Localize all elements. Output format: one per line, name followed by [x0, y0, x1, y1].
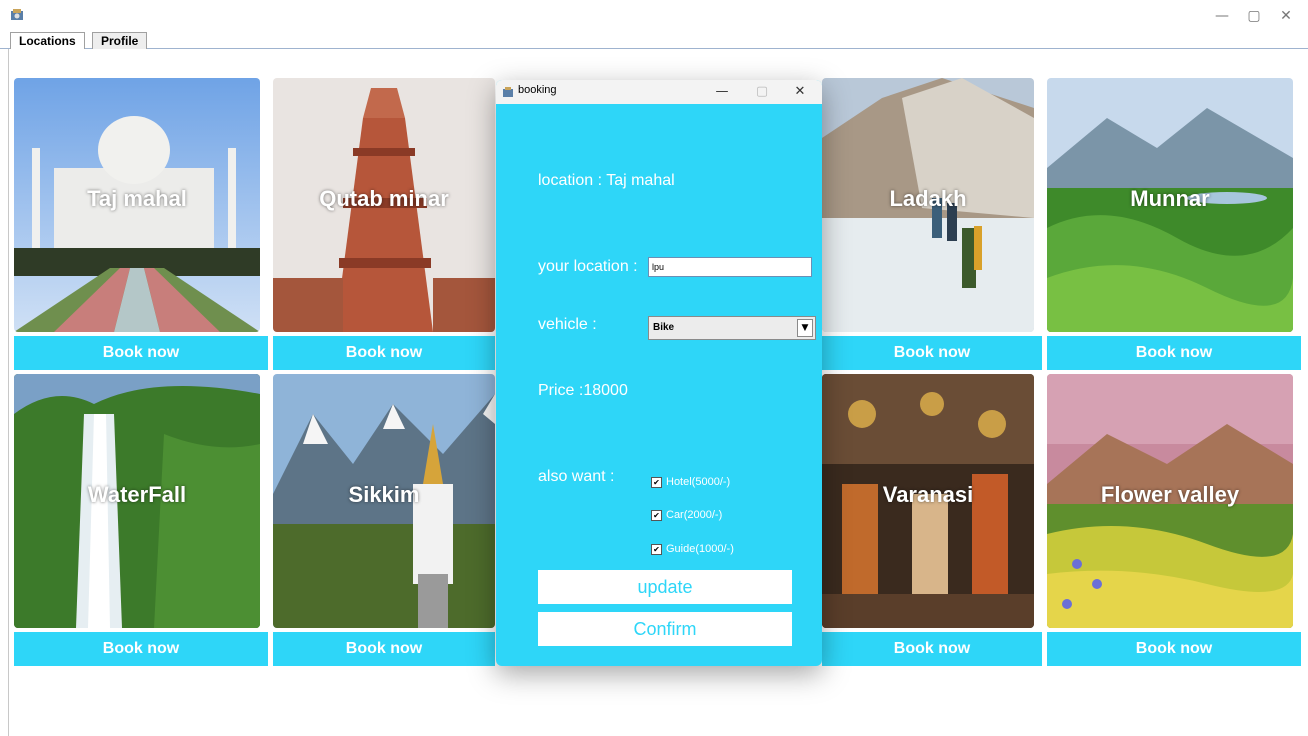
dialog-minimize-button[interactable]: — [710, 82, 734, 102]
card-label: Ladakh [889, 186, 967, 211]
card-image-varanasi[interactable]: Varanasi [822, 374, 1034, 628]
card-label: Sikkim [348, 482, 420, 507]
card-label: Flower valley [1100, 482, 1240, 507]
book-now-button-munnar[interactable]: Book now [1047, 336, 1301, 370]
card-image-sikkim[interactable]: Sikkim [273, 374, 495, 628]
guide-option-label: Guide(1000/-) [666, 543, 734, 555]
checkbox-checked-icon[interactable]: ✔ [651, 509, 662, 521]
car-checkbox[interactable]: ✔ Car(2000/-) [651, 509, 722, 521]
tab-locations[interactable]: Locations [10, 32, 85, 49]
card-image-flower-valley[interactable]: Flower valley [1047, 374, 1293, 628]
java-app-icon [11, 9, 23, 20]
tab-profile[interactable]: Profile [92, 32, 148, 49]
your-location-input[interactable] [648, 257, 812, 277]
card-image-munnar[interactable]: Munnar [1047, 78, 1293, 332]
checkbox-checked-icon[interactable]: ✔ [651, 476, 662, 488]
chevron-down-icon[interactable]: ▼ [797, 319, 813, 337]
dialog-maximize-button: ▢ [755, 84, 769, 99]
hotel-checkbox[interactable]: ✔ Hotel(5000/-) [651, 476, 730, 488]
update-button[interactable]: update [538, 570, 792, 604]
book-now-button-varanasi[interactable]: Book now [822, 632, 1042, 666]
card-label: Varanasi [882, 482, 974, 507]
card-label: Qutab minar [319, 186, 449, 211]
book-now-button-qutab-minar[interactable]: Book now [273, 336, 495, 370]
dialog-close-button[interactable]: ✕ [788, 82, 812, 102]
dialog-title: booking [518, 84, 557, 96]
vehicle-label: vehicle : [538, 316, 597, 333]
guide-checkbox[interactable]: ✔ Guide(1000/-) [651, 543, 734, 555]
vehicle-selected-value: Bike [653, 322, 675, 333]
book-now-button-taj-mahal[interactable]: Book now [14, 336, 268, 370]
book-now-button-flower-valley[interactable]: Book now [1047, 632, 1301, 666]
card-image-ladakh[interactable]: Ladakh [822, 78, 1034, 332]
card-image-waterfall[interactable]: WaterFall [14, 374, 260, 628]
tab-strip: Locations Profile [0, 30, 1308, 49]
confirm-button[interactable]: Confirm [538, 612, 792, 646]
title-bar: — ▢ ✕ [0, 0, 1308, 30]
maximize-button[interactable]: ▢ [1242, 6, 1266, 26]
book-now-button-waterfall[interactable]: Book now [14, 632, 268, 666]
minimize-button[interactable]: — [1210, 6, 1234, 26]
card-label: WaterFall [87, 482, 187, 507]
hotel-option-label: Hotel(5000/-) [666, 476, 731, 488]
card-image-taj-mahal[interactable]: Taj mahal [14, 78, 260, 332]
book-now-button-ladakh[interactable]: Book now [822, 336, 1042, 370]
your-location-label: your location : [538, 258, 638, 275]
booking-dialog: booking — ▢ ✕ location : Taj mahal your … [496, 80, 822, 666]
card-label: Taj mahal [87, 186, 187, 211]
also-want-label: also want : [538, 468, 615, 485]
price-label: Price :18000 [538, 382, 628, 399]
card-label: Munnar [1130, 186, 1210, 211]
java-app-icon [503, 87, 513, 97]
vehicle-select[interactable]: Bike ▼ [648, 316, 816, 340]
card-image-qutab-minar[interactable]: Qutab minar [273, 78, 495, 332]
book-now-button-sikkim[interactable]: Book now [273, 632, 495, 666]
checkbox-checked-icon[interactable]: ✔ [651, 543, 662, 555]
close-button[interactable]: ✕ [1274, 6, 1298, 26]
car-option-label: Car(2000/-) [666, 509, 723, 521]
dialog-title-bar: booking — ▢ ✕ [496, 80, 822, 104]
location-label: location : Taj mahal [538, 172, 675, 189]
